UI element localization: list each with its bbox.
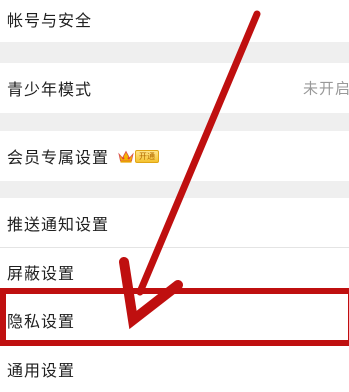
settings-item-label: 会员专属设置: [7, 148, 110, 167]
crown-icon: [118, 150, 134, 163]
vip-badge[interactable]: 开通: [118, 149, 159, 163]
settings-item-privacy[interactable]: 隐私设置: [0, 295, 349, 345]
settings-item-label: 青少年模式: [7, 80, 93, 99]
settings-item-label: 通用设置: [7, 361, 76, 380]
settings-item-blocking[interactable]: 屏蔽设置: [0, 248, 349, 295]
settings-item-label: 隐私设置: [7, 312, 76, 331]
settings-item-label: 推送通知设置: [7, 214, 110, 234]
settings-item-general[interactable]: 通用设置: [0, 346, 349, 392]
settings-item-label: 帐号与安全: [7, 11, 93, 30]
settings-screen: 帐号与安全 青少年模式 未开启 会员专属设置 开通 推送通知设置 屏蔽设置 隐私…: [0, 0, 349, 392]
vip-open-label: 开通: [135, 149, 159, 163]
settings-item-label: 屏蔽设置: [7, 263, 76, 283]
settings-item-account-security[interactable]: 帐号与安全: [0, 0, 349, 42]
settings-item-teen-mode[interactable]: 青少年模式 未开启: [0, 63, 349, 113]
settings-item-push-notifications[interactable]: 推送通知设置: [0, 198, 349, 247]
settings-item-vip[interactable]: 会员专属设置 开通: [0, 131, 349, 181]
teen-mode-status: 未开启: [303, 79, 349, 98]
